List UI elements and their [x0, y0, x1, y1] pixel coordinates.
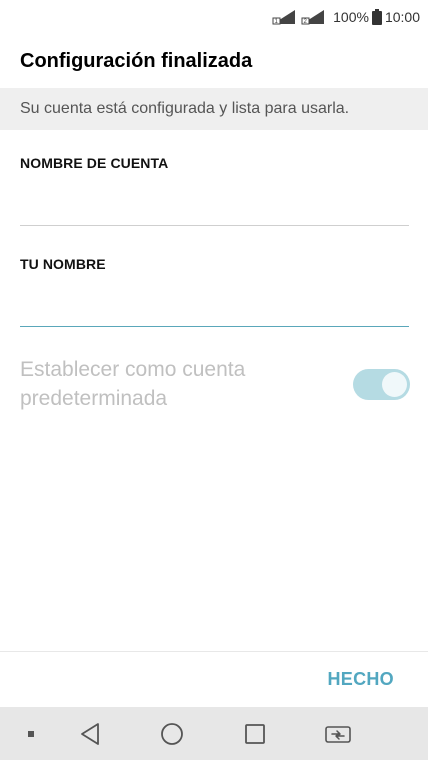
- default-account-label: Establecer como cuenta predeterminada: [20, 358, 246, 410]
- notification-dot-icon[interactable]: [20, 707, 42, 760]
- recents-icon[interactable]: [237, 707, 273, 760]
- home-icon[interactable]: [154, 707, 190, 760]
- status-time: 10:00: [384, 9, 420, 25]
- status-bar: 1 2 100% 10:00: [0, 0, 428, 34]
- your-name-input[interactable]: [20, 287, 409, 327]
- dual-window-icon[interactable]: [318, 707, 358, 760]
- toggle-knob: [382, 371, 407, 397]
- battery-percent: 100%: [333, 9, 369, 25]
- done-button[interactable]: HECHO: [327, 669, 394, 690]
- sim1-signal-icon: 1: [271, 9, 297, 25]
- setup-complete-message: Su cuenta está configurada y lista para …: [0, 88, 428, 130]
- navigation-bar: [0, 707, 428, 760]
- battery-icon: [371, 9, 382, 25]
- sim2-signal-icon: 2: [300, 9, 326, 25]
- account-name-label: NOMBRE DE CUENTA: [20, 155, 169, 171]
- account-name-input[interactable]: [20, 186, 409, 226]
- your-name-label: TU NOMBRE: [20, 256, 106, 272]
- bottom-action-bar: HECHO: [0, 651, 428, 707]
- app-header: Configuración finalizada: [0, 34, 428, 88]
- default-account-row: Establecer como cuenta predeterminada: [20, 354, 410, 414]
- default-account-toggle[interactable]: [353, 368, 410, 400]
- page-title: Configuración finalizada: [20, 49, 253, 72]
- back-icon[interactable]: [72, 707, 108, 760]
